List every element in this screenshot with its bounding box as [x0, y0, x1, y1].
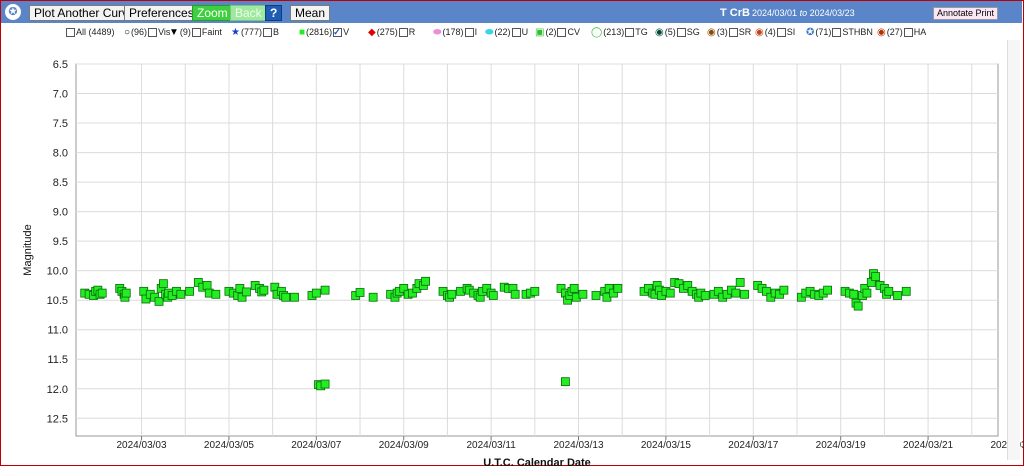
data-point [849, 289, 859, 299]
data-point [853, 301, 863, 311]
data-point [569, 283, 579, 293]
data-point [561, 377, 570, 387]
x-axis-label: U.T.C. Calendar Date [483, 457, 591, 466]
y-tick-label: 9.0 [53, 207, 68, 219]
y-tick-label: 12.5 [47, 413, 68, 425]
data-point [368, 292, 378, 302]
data-point [259, 285, 269, 295]
data-point [121, 288, 131, 298]
y-tick-label: 10.0 [47, 266, 68, 278]
x-tick-label: 2024/03/11 [466, 440, 516, 451]
data-point [530, 286, 540, 296]
data-point [355, 288, 365, 297]
y-tick-label: 8.5 [53, 177, 68, 189]
data-point [823, 285, 832, 295]
data-point [591, 291, 601, 300]
vertical-scrollbar[interactable] [1007, 40, 1020, 460]
data-point [893, 291, 902, 300]
data-point [488, 291, 498, 300]
x-tick-label: 2024/03/05 [204, 440, 254, 451]
light-curve-chart: 6.5 7.0 7.5 8.0 8.5 9.0 9.5 10.0 10.5 11.0 11.5 12.… [22, 59, 1024, 466]
x-tick-label: 2024/03/15 [641, 440, 691, 451]
data-point [320, 285, 330, 295]
y-tick-label: 6.5 [53, 59, 68, 71]
data-point [884, 286, 894, 296]
y-tick-label: 8.0 [53, 148, 68, 160]
data-point [202, 281, 212, 290]
data-point [731, 288, 741, 298]
data-point [578, 289, 588, 299]
data-point [281, 292, 291, 302]
data-point [211, 289, 221, 299]
data-point [700, 291, 710, 300]
x-tick-label: 2024/03/19 [816, 440, 866, 451]
data-point [185, 286, 195, 296]
data-point [735, 278, 745, 287]
data-point [158, 279, 168, 289]
y-tick-label: 10.5 [47, 295, 68, 307]
data-point [97, 288, 107, 298]
data-point [871, 272, 881, 281]
plot-area [75, 63, 999, 437]
data-point [421, 276, 430, 286]
y-axis-label: Magnitude [22, 224, 34, 275]
data-point [176, 289, 186, 299]
data-point [242, 287, 251, 297]
y-tick-label: 7.5 [53, 118, 68, 130]
data-point [290, 292, 299, 302]
data-point [311, 288, 321, 298]
data-point [447, 289, 457, 299]
y-tick-label: 11.0 [47, 325, 68, 337]
y-tick-label: 12.0 [47, 384, 68, 396]
y-tick-label: 9.5 [53, 236, 68, 248]
x-tick-label: 2024/03/17 [728, 440, 778, 451]
x-tick-label: 2024/03/21 [903, 440, 953, 451]
x-tick-label: 2024/03/13 [553, 440, 603, 451]
x-tick-label: 2024/03/09 [379, 440, 429, 451]
data-point [665, 288, 675, 298]
data-point [779, 285, 789, 295]
x-tick-label: 2024/03/03 [117, 440, 167, 451]
data-point [613, 283, 623, 293]
data-point [320, 379, 330, 389]
y-tick-label: 11.5 [47, 354, 68, 366]
data-point [862, 288, 872, 298]
data-point [510, 289, 520, 299]
data-point [901, 286, 911, 296]
data-point [740, 289, 749, 299]
x-tick-label: 2024/03/07 [291, 440, 341, 451]
y-tick-label: 7.0 [53, 89, 68, 101]
